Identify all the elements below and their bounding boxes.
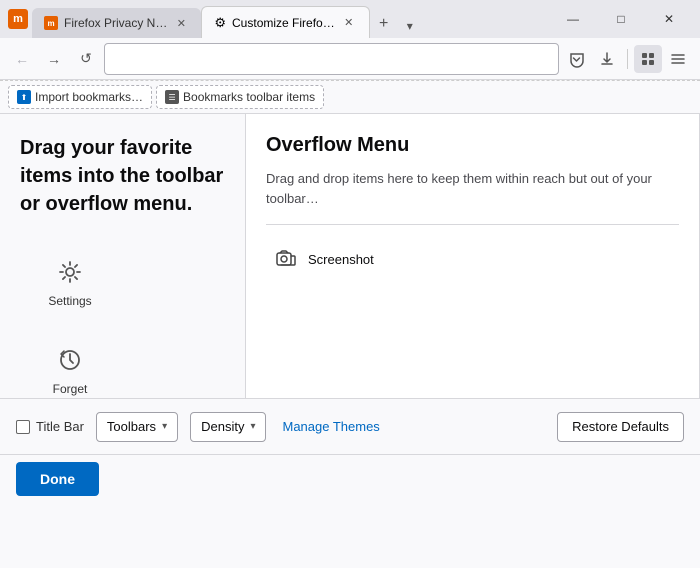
window-controls: — □ ✕ [550,3,692,35]
toolbars-dropdown-arrow: ▾ [162,421,167,432]
overflow-menu-description: Drag and drop items here to keep them wi… [266,169,679,208]
back-button[interactable]: ← [8,45,36,73]
tab-close-2[interactable]: ✕ [341,15,357,31]
overflow-screenshot-item[interactable]: Screenshot [266,241,679,277]
nav-separator [627,49,628,69]
screenshot-icon [274,247,298,271]
tab-favicon-1: m [44,16,58,30]
title-bar-checkbox-group: Title Bar [16,419,84,434]
bookmarks-bar: ⬆ Import bookmarks… ☰ Bookmarks toolbar … [0,80,700,114]
bottom-options-bar: Title Bar Toolbars ▾ Density ▾ Manage Th… [0,398,700,454]
browser-tab-2[interactable]: ⚙ Customize Firefo… ✕ [201,6,369,38]
nav-right-controls [563,45,692,73]
toolbars-dropdown[interactable]: Toolbars ▾ [96,412,178,442]
settings-icon [54,256,86,288]
settings-toolbar-item[interactable]: Settings [30,248,110,316]
forget-toolbar-item[interactable]: Forget [30,336,110,404]
bookmark-import[interactable]: ⬆ Import bookmarks… [8,85,152,109]
overflow-menu-panel: Overflow Menu Drag and drop items here t… [245,114,700,398]
tab-label-1: Firefox Privacy N… [64,16,167,30]
title-bar-label: Title Bar [36,419,84,434]
address-bar[interactable] [104,43,559,75]
tab-list-dropdown[interactable]: ▾ [398,14,422,38]
title-bar: m m Firefox Privacy N… ✕ ⚙ Customize Fir… [0,0,700,38]
forget-label: Forget [53,382,88,396]
manage-themes-button[interactable]: Manage Themes [278,419,383,434]
overflow-menu-title: Overflow Menu [266,134,679,157]
browser-icon: m [8,9,28,29]
navigation-bar: ← → ↺ [0,38,700,80]
settings-label: Settings [48,294,91,308]
density-label: Density [201,419,244,434]
forward-button[interactable]: → [40,45,68,73]
new-tab-button[interactable]: + [370,10,398,38]
extensions-button[interactable] [634,45,662,73]
maximize-button[interactable]: □ [598,3,644,35]
bookmark-toolbar-items[interactable]: ☰ Bookmarks toolbar items [156,85,324,109]
done-button[interactable]: Done [16,462,99,496]
minimize-button[interactable]: — [550,3,596,35]
drag-instructions: Drag your favorite items into the toolba… [20,134,225,218]
bookmark-import-icon: ⬆ [17,90,31,104]
pocket-icon[interactable] [563,45,591,73]
tab-label-2: Customize Firefo… [232,16,335,30]
browser-tab-1[interactable]: m Firefox Privacy N… ✕ [32,8,201,38]
density-dropdown[interactable]: Density ▾ [190,412,266,442]
close-button[interactable]: ✕ [646,3,692,35]
reload-button[interactable]: ↺ [72,45,100,73]
screenshot-label: Screenshot [308,252,374,267]
bookmark-import-label: Import bookmarks… [35,90,143,104]
restore-defaults-button[interactable]: Restore Defaults [557,412,684,442]
tab-favicon-2: ⚙ [214,15,226,31]
downloads-icon[interactable] [593,45,621,73]
forget-icon [54,344,86,376]
overflow-divider [266,224,679,225]
done-bar: Done [0,454,700,502]
bookmark-toolbar-icon: ☰ [165,90,179,104]
tab-close-1[interactable]: ✕ [173,15,189,31]
left-panel: Drag your favorite items into the toolba… [0,114,245,398]
density-dropdown-arrow: ▾ [250,421,255,432]
menu-button[interactable] [664,45,692,73]
toolbars-label: Toolbars [107,419,156,434]
bookmark-toolbar-label: Bookmarks toolbar items [183,90,315,104]
page-content: Drag your favorite items into the toolba… [0,114,700,398]
title-bar-checkbox[interactable] [16,420,30,434]
